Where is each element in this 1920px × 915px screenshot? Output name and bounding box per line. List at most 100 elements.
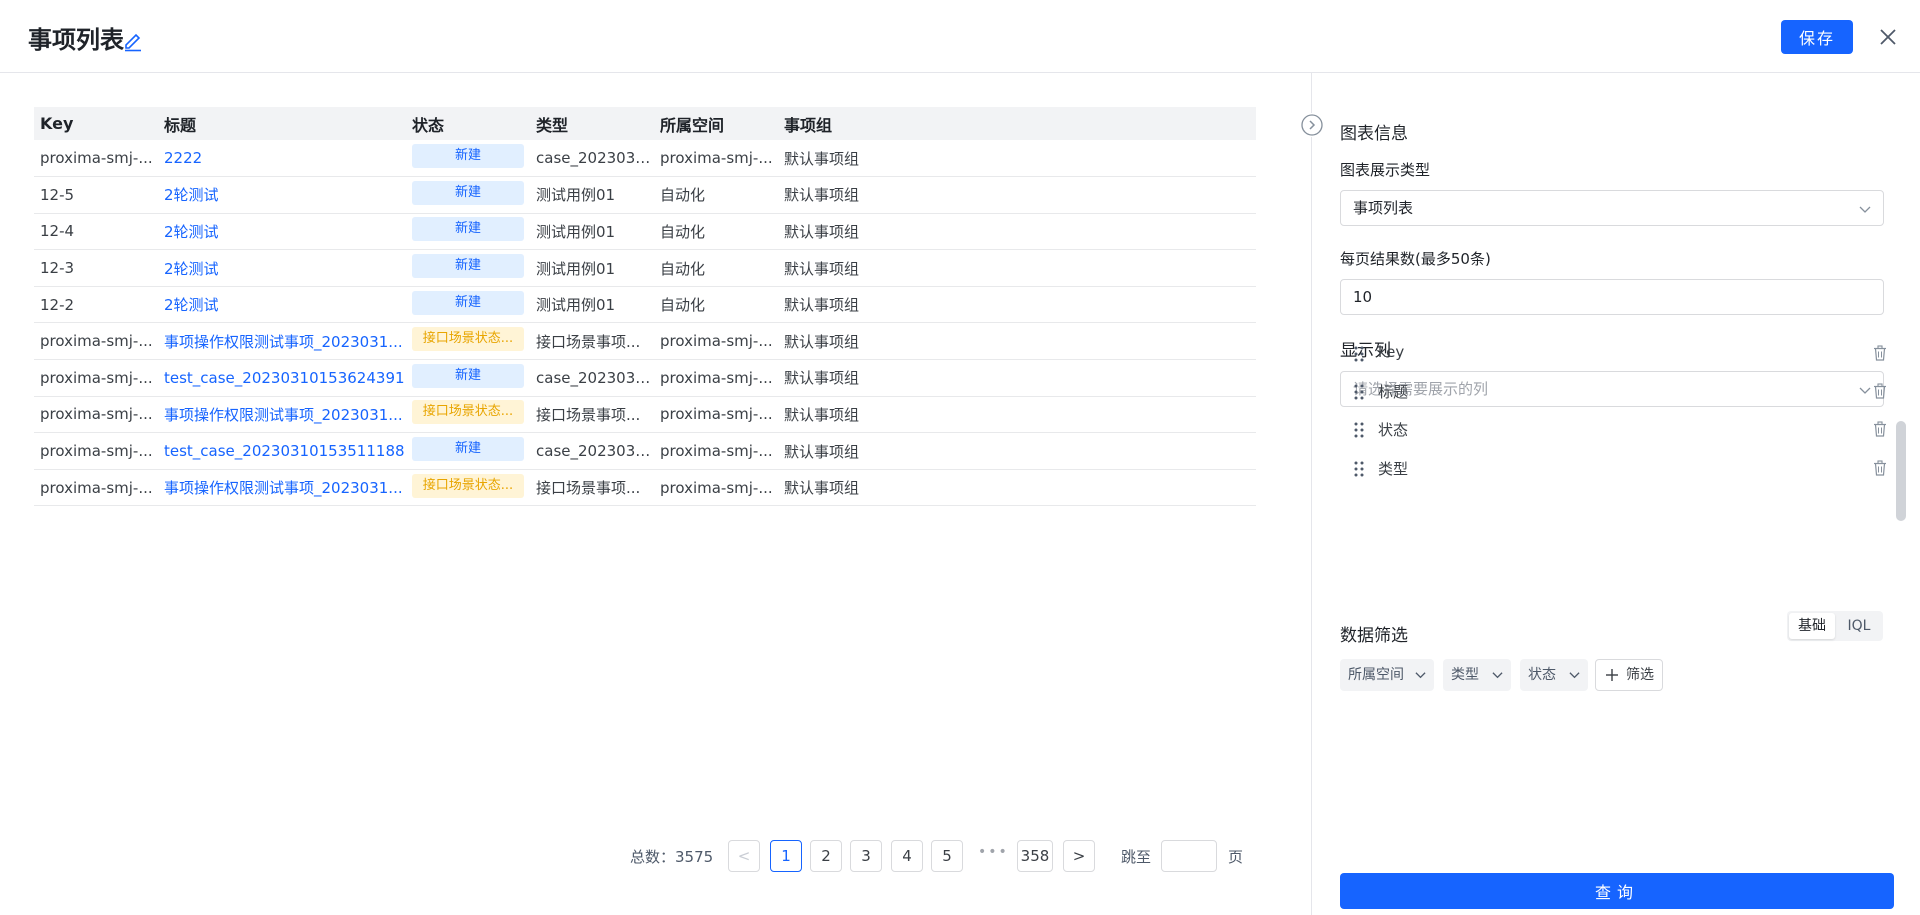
status-badge: 新建 <box>412 180 524 205</box>
add-filter-label: 筛选 <box>1626 667 1654 683</box>
filter-mode-iql[interactable]: IQL <box>1837 613 1881 639</box>
cell-group: 默认事项组 <box>778 213 1256 251</box>
table-row[interactable]: proxima-smj-... 事项操作权限测试事项_2023031... 接口场景… <box>34 396 1256 434</box>
table-row[interactable]: proxima-smj-... 事项操作权限测试事项_2023031... 接口场景… <box>34 322 1256 361</box>
page-button-4[interactable]: 4 <box>891 840 923 872</box>
save-button[interactable]: 保存 <box>1781 20 1853 54</box>
table-row[interactable]: 12-2 2轮测试 新建 测试用例01 自动化 默认事项组 <box>34 286 1256 324</box>
cell-space: proxima-smj-... <box>654 396 778 434</box>
filter-status-label: 状态 <box>1528 667 1556 683</box>
status-badge: 新建 <box>412 363 524 388</box>
jump-page-input[interactable] <box>1161 840 1217 872</box>
table-header-row: Key 标题 状态 类型 所属空间 事项组 <box>34 107 1256 140</box>
cell-title[interactable]: 2轮测试 <box>158 176 406 214</box>
column-header-status: 状态 <box>406 107 530 140</box>
page-unit-label: 页 <box>1228 848 1244 866</box>
filter-mode-basic[interactable]: 基础 <box>1789 613 1835 639</box>
status-badge: 新建 <box>412 254 524 279</box>
display-column-item[interactable]: key <box>1352 339 1900 369</box>
cell-key: proxima-smj-... <box>34 432 158 470</box>
cell-type: 测试用例01 <box>530 176 654 214</box>
page-button-last[interactable]: 358 <box>1017 840 1053 872</box>
table-row[interactable]: proxima-smj-... test_case_202303101535111… <box>34 432 1256 470</box>
page-button-5[interactable]: 5 <box>931 840 963 872</box>
cell-type: 测试用例01 <box>530 286 654 324</box>
next-page-button[interactable]: > <box>1063 840 1095 872</box>
column-list-scrollbar[interactable] <box>1896 421 1906 521</box>
table-row[interactable]: 12-3 2轮测试 新建 测试用例01 自动化 默认事项组 <box>34 249 1256 287</box>
cell-title[interactable]: 2222 <box>158 140 406 178</box>
edit-icon[interactable] <box>122 30 144 52</box>
cell-space: 自动化 <box>654 286 778 324</box>
drag-handle-icon[interactable] <box>1352 383 1366 401</box>
page-title: 事项列表 <box>28 26 124 54</box>
query-button[interactable]: 查询 <box>1340 873 1894 909</box>
display-column-item[interactable]: 类型 <box>1352 454 1900 484</box>
cell-status: 新建 <box>406 176 530 214</box>
status-badge: 新建 <box>412 437 524 462</box>
cell-key: 12-2 <box>34 286 158 324</box>
cell-space: 自动化 <box>654 213 778 251</box>
cell-title[interactable]: test_case_20230310153511188 <box>158 432 406 470</box>
status-badge: 新建 <box>412 144 524 169</box>
filter-type[interactable]: 类型 <box>1443 659 1511 691</box>
display-column-label: 类型 <box>1378 460 1409 478</box>
header: 事项列表 保存 <box>0 0 1920 73</box>
plus-icon <box>1606 669 1618 681</box>
drag-handle-icon[interactable] <box>1352 421 1366 439</box>
table-row[interactable]: proxima-smj-... 事项操作权限测试事项_2023031... 接口场景… <box>34 469 1256 507</box>
cell-space: proxima-smj-... <box>654 469 778 507</box>
data-filter-label: 数据筛选 <box>1340 626 1408 646</box>
trash-icon[interactable] <box>1872 383 1888 399</box>
chart-type-label: 图表展示类型 <box>1340 161 1431 179</box>
trash-icon[interactable] <box>1872 421 1888 437</box>
page-size-input[interactable] <box>1340 279 1884 315</box>
cell-title[interactable]: 2轮测试 <box>158 249 406 287</box>
jump-label: 跳至 <box>1121 848 1152 866</box>
cell-status: 新建 <box>406 213 530 251</box>
table-row[interactable]: 12-4 2轮测试 新建 测试用例01 自动化 默认事项组 <box>34 213 1256 251</box>
table-row[interactable]: proxima-smj-... 2222 新建 case_2023031... prox… <box>34 140 1256 178</box>
cell-key: 12-4 <box>34 213 158 251</box>
cell-key: proxima-smj-... <box>34 469 158 507</box>
column-header-group: 事项组 <box>778 107 1256 140</box>
status-badge: 新建 <box>412 290 524 315</box>
close-icon[interactable] <box>1878 27 1898 47</box>
cell-space: proxima-smj-... <box>654 322 778 361</box>
filter-status[interactable]: 状态 <box>1520 659 1588 691</box>
drag-handle-icon[interactable] <box>1352 460 1366 478</box>
page-button-1[interactable]: 1 <box>770 840 802 872</box>
cell-group: 默认事项组 <box>778 176 1256 214</box>
page-button-2[interactable]: 2 <box>810 840 842 872</box>
display-column-item[interactable]: 标题 <box>1352 377 1900 407</box>
cell-type: case_2023031... <box>530 359 654 397</box>
column-header-title: 标题 <box>158 107 406 140</box>
page-ellipsis[interactable]: ••• <box>978 844 1009 860</box>
drag-handle-icon[interactable] <box>1352 345 1366 363</box>
cell-title[interactable]: 2轮测试 <box>158 286 406 324</box>
table-row[interactable]: 12-5 2轮测试 新建 测试用例01 自动化 默认事项组 <box>34 176 1256 214</box>
column-header-key: Key <box>34 107 158 140</box>
collapse-panel-icon[interactable] <box>1300 113 1324 137</box>
cell-group: 默认事项组 <box>778 322 1256 361</box>
cell-title[interactable]: 事项操作权限测试事项_2023031... <box>158 469 406 507</box>
page-size-label: 每页结果数(最多50条) <box>1340 250 1491 268</box>
display-column-item[interactable]: 状态 <box>1352 415 1900 445</box>
cell-title[interactable]: 2轮测试 <box>158 213 406 251</box>
table-row[interactable]: proxima-smj-... test_case_202303101536243… <box>34 359 1256 397</box>
chevron-down-icon <box>1859 206 1871 213</box>
cell-title[interactable]: 事项操作权限测试事项_2023031... <box>158 396 406 434</box>
chart-type-select[interactable]: 事项列表 <box>1340 190 1884 226</box>
chart-config-panel: 图表信息 图表展示类型 事项列表 每页结果数(最多50条) 显示列 请选择需要展… <box>1300 73 1920 915</box>
page-button-3[interactable]: 3 <box>850 840 882 872</box>
trash-icon[interactable] <box>1872 460 1888 476</box>
pagination: 总数：3575 < 1 2 3 4 5 ••• 358 > 跳至 页 <box>0 840 1311 872</box>
prev-page-button[interactable]: < <box>728 840 760 872</box>
cell-title[interactable]: 事项操作权限测试事项_2023031... <box>158 322 406 361</box>
cell-title[interactable]: test_case_20230310153624391 <box>158 359 406 397</box>
add-filter-button[interactable]: 筛选 <box>1595 659 1663 691</box>
display-column-label: 标题 <box>1378 383 1409 401</box>
filter-space[interactable]: 所属空间 <box>1340 659 1434 691</box>
cell-type: 测试用例01 <box>530 249 654 287</box>
trash-icon[interactable] <box>1872 345 1888 361</box>
